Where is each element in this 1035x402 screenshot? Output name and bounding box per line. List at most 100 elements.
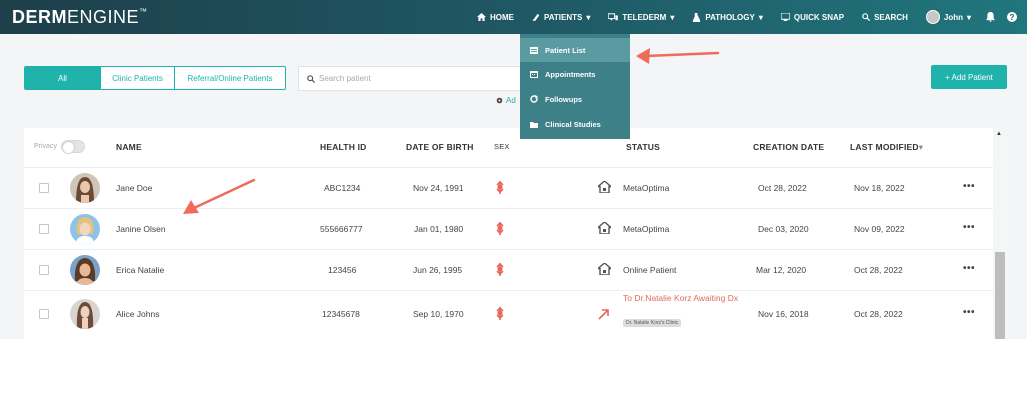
- patient-name[interactable]: Erica Natalie: [116, 265, 164, 275]
- menu-item-label: Appointments: [545, 69, 596, 79]
- row-checkbox[interactable]: [39, 265, 49, 275]
- app-logo[interactable]: DERMENGINE™: [12, 7, 148, 28]
- row-checkbox[interactable]: [39, 183, 49, 193]
- scroll-up-icon[interactable]: ▲: [996, 131, 1002, 137]
- date-of-birth: Jun 26, 1995: [413, 265, 463, 275]
- patients-icon: [532, 13, 540, 21]
- last-modified: Oct 28, 2022: [854, 309, 903, 319]
- privacy-toggle[interactable]: [60, 140, 85, 154]
- health-id: ABC1234: [324, 183, 361, 193]
- health-id: 555666777: [320, 224, 363, 234]
- status-text: To Dr.Natalie Korz Awaiting Dx: [623, 293, 739, 303]
- col-last-modified-label: LAST MODIFIED: [850, 142, 919, 152]
- calendar-icon: [530, 71, 538, 78]
- last-modified: Nov 09, 2022: [854, 224, 905, 234]
- tab-all[interactable]: All: [25, 67, 101, 89]
- chevron-down-icon: ▾: [966, 12, 971, 22]
- date-of-birth: Nov 24, 1991: [413, 183, 464, 193]
- row-menu-icon[interactable]: •••: [963, 263, 975, 274]
- nav-patients[interactable]: PATIENTS ▾: [523, 0, 599, 34]
- nav-quick-snap[interactable]: QUICK SNAP: [772, 0, 853, 34]
- health-id: 12345678: [322, 309, 360, 319]
- nav-notifications[interactable]: [980, 0, 1001, 34]
- status-text: Online Patient: [623, 265, 677, 275]
- table-row[interactable]: Jane Doe ABC1234 Nov 24, 1991 MetaOptima…: [24, 168, 993, 209]
- table-row[interactable]: Janine Olsen 555666777 Jan 01, 1980 Meta…: [24, 209, 993, 250]
- clinic-badge: Dr. Natalie Korz's Clinic: [623, 319, 682, 327]
- patients-dropdown-menu: Patient List Appointments Followups Clin…: [520, 34, 630, 139]
- col-name[interactable]: NAME: [116, 142, 142, 152]
- patient-name[interactable]: Janine Olsen: [116, 224, 166, 234]
- menu-item-label: Followups: [545, 94, 583, 104]
- advanced-search-link[interactable]: Ad: [496, 96, 516, 105]
- nav-user-menu[interactable]: John ▾: [917, 0, 980, 34]
- row-menu-icon[interactable]: •••: [963, 307, 975, 318]
- chevron-down-icon: ▾: [758, 12, 763, 22]
- privacy-toggle-group: Privacy: [34, 140, 85, 154]
- col-status[interactable]: STATUS: [626, 142, 660, 152]
- row-checkbox[interactable]: [39, 309, 49, 319]
- nav-home-label: HOME: [489, 12, 514, 22]
- col-creation-date[interactable]: CREATION DATE: [753, 142, 824, 152]
- logo-bold: DERM: [12, 7, 67, 27]
- col-health-id[interactable]: HEALTH ID: [320, 142, 367, 152]
- chevron-down-icon: ▾: [670, 12, 675, 22]
- add-patient-button[interactable]: + Add Patient: [931, 65, 1007, 89]
- patient-filter-tabs: All Clinic Patients Referral/Online Pati…: [24, 66, 286, 90]
- clinic-home-icon: [598, 222, 611, 234]
- last-modified: Nov 18, 2022: [854, 183, 905, 193]
- creation-date: Dec 03, 2020: [758, 224, 809, 234]
- pathology-icon: [693, 12, 701, 22]
- creation-date: Oct 28, 2022: [758, 183, 807, 193]
- female-sex-icon: [496, 181, 504, 194]
- nav-telederm[interactable]: TELEDERM ▾: [599, 0, 683, 34]
- scrollbar-thumb[interactable]: [995, 252, 1005, 339]
- status-text: MetaOptima: [623, 224, 670, 234]
- nav-home[interactable]: HOME: [468, 0, 523, 34]
- tab-clinic-patients[interactable]: Clinic Patients: [101, 67, 175, 89]
- gear-icon: [496, 97, 503, 104]
- date-of-birth: Sep 10, 1970: [413, 309, 464, 319]
- referral-arrow-icon: [598, 309, 609, 320]
- last-modified: Oct 28, 2022: [854, 265, 903, 275]
- col-date-of-birth[interactable]: DATE OF BIRTH: [406, 142, 474, 152]
- row-menu-icon[interactable]: •••: [963, 222, 975, 233]
- nav-telederm-label: TELEDERM: [622, 12, 667, 22]
- row-checkbox[interactable]: [39, 224, 49, 234]
- nav-patients-label: PATIENTS: [543, 12, 583, 22]
- creation-date: Mar 12, 2020: [756, 265, 807, 275]
- menu-item-appointments[interactable]: Appointments: [520, 62, 630, 86]
- patient-name[interactable]: Alice Johns: [116, 309, 159, 319]
- app-root: DERMENGINE™ HOME PATIENTS ▾ TELEDERM ▾ P…: [0, 0, 1035, 402]
- advanced-search-label: Ad: [506, 96, 516, 105]
- user-avatar: [925, 10, 940, 24]
- status-text: MetaOptima: [623, 183, 670, 193]
- nav-search[interactable]: SEARCH: [853, 0, 917, 34]
- row-menu-icon[interactable]: •••: [963, 181, 975, 192]
- patient-search: [298, 66, 528, 91]
- nav-help[interactable]: ?: [1001, 0, 1023, 34]
- nav-search-label: SEARCH: [874, 12, 908, 22]
- bell-icon: [986, 12, 995, 22]
- table-scrollbar[interactable]: ▲: [993, 128, 1007, 339]
- search-icon: [862, 13, 871, 21]
- chevron-down-icon: ▾: [586, 12, 591, 22]
- menu-item-clinical-studies[interactable]: Clinical Studies: [520, 112, 630, 136]
- table-row[interactable]: Alice Johns 12345678 Sep 10, 1970 To Dr.…: [24, 291, 993, 339]
- search-icon: [307, 74, 315, 83]
- menu-item-patient-list[interactable]: Patient List: [520, 38, 630, 62]
- nav-user-label: John: [943, 12, 963, 22]
- date-of-birth: Jan 01, 1980: [414, 224, 464, 234]
- tab-referral-online-patients[interactable]: Referral/Online Patients: [175, 67, 285, 89]
- clinic-home-icon: [598, 263, 611, 275]
- col-last-modified[interactable]: LAST MODIFIED▾: [850, 142, 923, 153]
- sort-caret-icon: ▾: [918, 142, 924, 152]
- table-row[interactable]: Erica Natalie 123456 Jun 26, 1995 Online…: [24, 250, 993, 291]
- patient-name[interactable]: Jane Doe: [116, 183, 152, 193]
- nav-pathology[interactable]: PATHOLOGY ▾: [683, 0, 772, 34]
- quick-snap-icon: [780, 13, 790, 21]
- menu-item-followups[interactable]: Followups: [520, 87, 630, 111]
- search-input[interactable]: [319, 74, 519, 83]
- col-sex[interactable]: SEX: [494, 142, 510, 151]
- creation-date: Nov 16, 2018: [758, 309, 809, 319]
